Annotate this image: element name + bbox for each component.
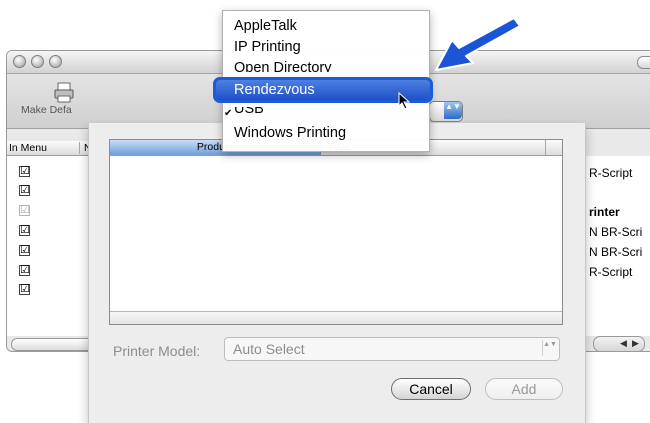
checkmark-icon: ✔ bbox=[224, 108, 233, 119]
make-default-label[interactable]: Make Defa bbox=[21, 104, 72, 116]
printer-kind-text: rinter bbox=[589, 205, 620, 219]
printer-kind-text: N BR-Scri bbox=[589, 245, 643, 259]
menu-item-windows-printing[interactable]: Windows Printing bbox=[223, 124, 429, 144]
in-menu-checkbox[interactable]: ☑ bbox=[19, 265, 30, 276]
in-menu-checkbox[interactable]: ☑ bbox=[19, 185, 30, 196]
horizontal-scroll-arrows[interactable]: ◀ ▶ bbox=[593, 336, 645, 351]
printer-kind-text: R-Script bbox=[589, 166, 633, 180]
close-window-button[interactable] bbox=[13, 55, 26, 68]
connection-type-popup[interactable]: ▲▼ bbox=[429, 101, 463, 122]
in-menu-checkbox[interactable]: ☑ bbox=[19, 166, 30, 177]
printer-kind-text: R-Script bbox=[589, 265, 633, 279]
menu-item-open-directory[interactable]: Open Directory bbox=[223, 59, 429, 72]
zoom-window-button[interactable] bbox=[49, 55, 62, 68]
mouse-pointer-icon bbox=[398, 92, 411, 110]
add-button[interactable]: Add bbox=[485, 378, 563, 400]
menu-item-appletalk[interactable]: AppleTalk bbox=[223, 17, 429, 37]
menu-item-label: USB bbox=[234, 107, 264, 117]
in-menu-checkbox[interactable]: ☑ bbox=[19, 245, 30, 256]
printer-model-label: Printer Model: bbox=[113, 343, 201, 359]
column-divider bbox=[545, 140, 546, 155]
select-arrows-icon: ▲▼ bbox=[542, 340, 557, 356]
printer-kind-column: R-Script rinter N BR-Scri N BR-Scri R-Sc… bbox=[585, 156, 650, 336]
cancel-button[interactable]: Cancel bbox=[391, 378, 471, 400]
menu-item-label: IP Printing bbox=[234, 39, 301, 55]
printer-kind-text: N BR-Scri bbox=[589, 225, 643, 239]
column-in-menu[interactable]: In Menu bbox=[9, 142, 47, 154]
printer-model-select[interactable]: Auto Select ▲▼ bbox=[224, 337, 560, 361]
in-menu-checkbox[interactable]: ☑ bbox=[19, 205, 30, 216]
menu-item-label: Open Directory bbox=[234, 60, 332, 72]
menu-item-ip-printing[interactable]: IP Printing bbox=[223, 38, 429, 58]
scroll-right-icon[interactable]: ▶ bbox=[632, 338, 639, 349]
in-menu-checkbox[interactable]: ☑ bbox=[19, 225, 30, 236]
printer-model-value: Auto Select bbox=[233, 341, 305, 357]
toolbar-toggle-button[interactable] bbox=[637, 56, 650, 69]
popup-arrows-icon[interactable]: ▲▼ bbox=[444, 102, 462, 119]
add-printer-sheet: ▲▼ Product Type Printer Model: Auto Sele… bbox=[88, 101, 586, 423]
scroll-left-icon[interactable]: ◀ bbox=[620, 338, 627, 349]
printer-browser-list[interactable]: Product Type bbox=[109, 139, 563, 325]
printer-icon[interactable] bbox=[53, 82, 75, 104]
menu-item-label: Windows Printing bbox=[234, 125, 347, 141]
in-menu-checkbox[interactable]: ☑ bbox=[19, 284, 30, 295]
menu-item-label: Rendezvous bbox=[234, 82, 315, 98]
callout-arrow-icon bbox=[435, 17, 521, 71]
menu-item-label: AppleTalk bbox=[234, 18, 297, 34]
list-horizontal-scrollbar[interactable] bbox=[110, 311, 562, 324]
minimize-window-button[interactable] bbox=[31, 55, 44, 68]
connection-type-menu: AppleTalk IP Printing Open Directory Ren… bbox=[213, 10, 433, 152]
